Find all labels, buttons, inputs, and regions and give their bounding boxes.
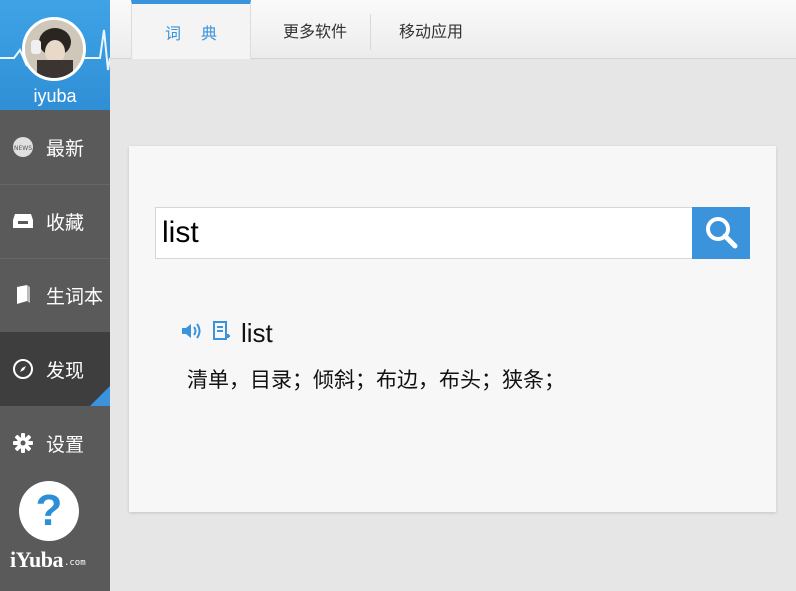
profile-panel: iyuba	[0, 0, 110, 110]
sidebar-item-label: 收藏	[46, 211, 85, 234]
tab-mobile-apps[interactable]: 移动应用	[376, 0, 486, 59]
notebook-icon	[12, 284, 34, 306]
search-input[interactable]	[155, 207, 692, 259]
sidebar-item-label: 设置	[46, 433, 85, 456]
sidebar-item-vocabulary[interactable]: 生词本	[0, 258, 110, 332]
logo-domain: .com	[63, 558, 86, 568]
svg-text:NEWS: NEWS	[14, 145, 32, 152]
inbox-icon	[12, 210, 34, 232]
add-to-vocabulary-icon[interactable]	[213, 321, 231, 345]
sidebar-item-label: 最新	[46, 137, 85, 160]
tab-separator	[370, 14, 371, 50]
result-word: list	[241, 317, 273, 348]
logo-text: iYuba	[10, 547, 63, 572]
sidebar-item-settings[interactable]: 设置	[0, 406, 110, 480]
compass-icon	[12, 358, 34, 380]
username: iyuba	[33, 86, 77, 106]
sidebar-item-label: 发现	[46, 359, 85, 382]
top-tab-bar: 词典 更多软件 移动应用	[110, 0, 796, 59]
tab-dictionary[interactable]: 词典	[131, 0, 251, 59]
sidebar-item-label: 生词本	[46, 285, 104, 308]
search-icon	[704, 215, 738, 252]
result-definition: 清单，目录；倾斜；布边，布头；狭条；	[187, 368, 565, 392]
dictionary-card: list 清单，目录；倾斜；布边，布头；狭条；	[129, 146, 776, 512]
iyuba-logo: iYuba .com	[10, 543, 104, 573]
tab-more-software[interactable]: 更多软件	[260, 0, 370, 59]
news-icon: NEWS	[12, 136, 34, 158]
sidebar-item-latest[interactable]: NEWS 最新	[0, 110, 110, 184]
sidebar: iyuba NEWS 最新 收藏 生词本 发现 设置 ? iYuba .com	[0, 0, 110, 591]
sidebar-item-favorites[interactable]: 收藏	[0, 184, 110, 258]
sidebar-item-discover[interactable]: 发现	[0, 332, 110, 406]
avatar[interactable]	[22, 17, 86, 81]
result-header: list	[181, 316, 273, 350]
gear-icon	[12, 432, 34, 454]
help-button[interactable]: ?	[19, 481, 79, 541]
speaker-icon[interactable]	[181, 322, 203, 344]
search-button[interactable]	[692, 207, 750, 259]
